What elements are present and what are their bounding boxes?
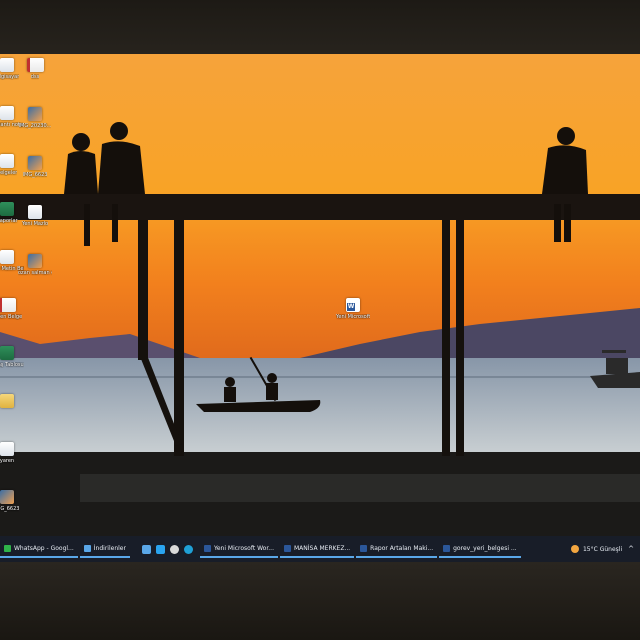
desktop-icon-label: Yeni Mazlo [21,221,49,227]
taskbar-pinned-photoshop[interactable] [154,540,168,558]
desktop-icon[interactable]: yaren [0,442,22,464]
pdf-icon [0,298,16,312]
desktop-icon-label: IMG_6623 [22,172,48,178]
excel-icon [0,202,14,216]
desktop-icon[interactable]: Raporlar [0,202,22,224]
taskbar-pinned-chrome[interactable] [168,540,182,558]
weather-sun-icon [570,545,579,553]
taskbar-pinned-app[interactable] [140,540,154,558]
desktop-icon-label: IMG_20230... [18,123,52,129]
taskbar-item-downloads[interactable]: İndirilenler [79,540,130,558]
desktop-icon[interactable]: dss [20,58,50,80]
edge-icon [184,544,194,554]
whatsapp-icon [4,544,11,552]
pier-post-4 [456,220,464,456]
image-icon [28,156,42,170]
doc-icon [0,106,14,120]
chevron-up-icon[interactable]: ^ [628,545,634,553]
sea-line [0,376,640,378]
sea [0,358,640,454]
desktop-icon[interactable]: Bilgisayar [0,58,22,80]
desktop-icon[interactable]: Maaş Tablosu [0,346,24,368]
weather-text[interactable]: 15°C Güneşli [583,546,622,553]
image-icon [28,254,42,268]
desktop-icon[interactable]: Yeni Mazlo [20,205,50,227]
word-icon [360,544,368,552]
word-icon [203,544,211,552]
word-icon [443,544,451,552]
desktop-icon[interactable]: ozan salman ofis [18,254,52,276]
taskbar-item-label: Yeni Microsoft Wor... [213,544,274,552]
taskbar-window-rapor[interactable]: Rapor Artalan Maki... [356,540,438,558]
taskbar-item-label: gorev_yeri_belgesi ... [453,544,517,552]
doc-icon [0,154,14,168]
word-icon [284,544,291,552]
desktop-icon-label: Maaş Tablosu [0,362,24,368]
monitor-bezel-bottom [0,562,640,640]
app-icon [142,544,152,554]
taskbar-item-label: WhatsApp - Googl... [14,544,74,552]
desktop-icon[interactable]: IMG_20230... [18,107,52,129]
desktop-icon[interactable]: Gelen Belge [0,298,22,320]
desktop-icon-label: Belgeler [0,170,18,176]
desktop-icon[interactable] [0,394,22,410]
taskbar: WhatsApp - Googl... İndirilenler Yeni Mi… [0,536,640,562]
folder-icon [0,394,14,408]
doc-icon [0,442,14,456]
desktop-icon-label: dss [30,74,40,80]
wallpaper-sunset-pier [0,54,640,536]
taskbar-window-manisa-merkez[interactable]: MANİSA MERKEZ... [280,540,355,558]
doc-icon [0,58,14,72]
taskbar-item-label: İndirilenler [93,544,126,552]
taskbar-window-gorev-yeri[interactable]: gorev_yeri_belgesi ... [439,540,521,558]
beach-wet [80,474,640,502]
desktop-icon[interactable]: IMG_6623 [0,490,22,512]
word-icon [346,298,360,312]
desktop-screen: Bilgisayartoplantı notuBelgelerRaporlarY… [0,54,640,562]
desktop-icon[interactable]: Belgeler [0,154,22,176]
excel-icon [0,346,14,360]
pier-deck [0,194,640,220]
desktop-icon-label: IMG_6623 [0,506,20,512]
pier-post-3 [442,220,450,456]
photoshop-icon [156,544,166,554]
doc-icon [28,205,42,219]
doc-icon [0,250,14,264]
image-icon [28,107,42,121]
taskbar-item-label: Rapor Artalan Maki... [370,544,434,552]
system-tray: 15°C Güneşli ^ [570,536,634,562]
desktop-icon-label: Raporlar [0,218,18,224]
desktop-icon-label: Gelen Belge [0,314,23,320]
desktop-icon-label: ozan salman ofis [18,270,52,276]
pier-post-1 [138,220,148,360]
desktop-icon-label: yaren [0,458,15,464]
chrome-icon [170,544,180,554]
pier-post-2 [174,220,184,456]
taskbar-window-yeni-microsoft[interactable]: Yeni Microsoft Wor... [199,540,278,558]
taskbar-pinned-edge[interactable] [182,540,196,558]
desktop-icon[interactable]: IMG_6623 [20,156,50,178]
pdf-icon [26,58,44,72]
image-icon [0,490,14,504]
download-icon [83,544,91,552]
taskbar-item-whatsapp[interactable]: WhatsApp - Googl... [0,540,78,558]
desktop-icon-label: Bilgisayar [0,74,20,80]
monitor-bezel-top [0,0,640,54]
taskbar-item-label: MANİSA MERKEZ... [294,544,351,552]
desktop-icon[interactable]: Yeni Metin Belgesi [0,250,24,272]
desktop-icon-label: Yeni Microsoft ... [336,314,370,320]
desktop-icon-yeni-microsoft[interactable]: Yeni Microsoft ... [336,298,370,320]
